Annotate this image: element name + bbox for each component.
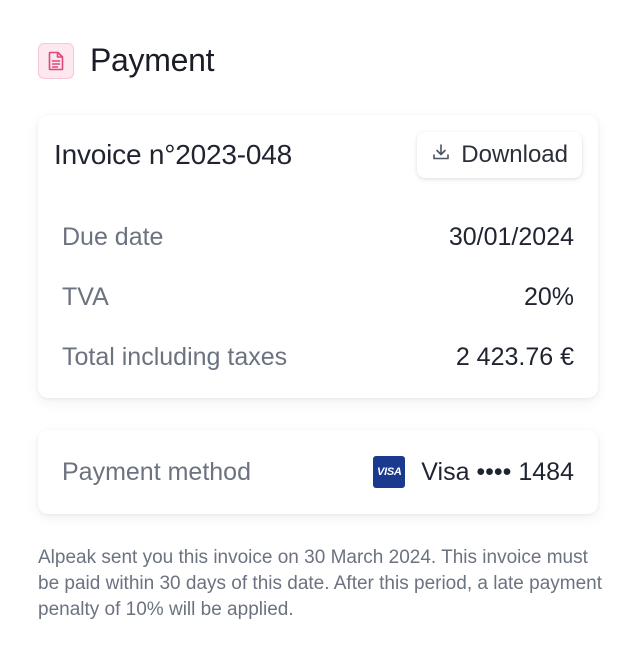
detail-value: 20% (523, 282, 574, 311)
visa-card-icon: VISA (373, 456, 406, 488)
payment-method-value: VISA Visa •••• 1484 (373, 456, 574, 488)
detail-row-total: Total including taxes 2 423.76 € (62, 327, 574, 387)
download-button[interactable]: Download (417, 132, 582, 178)
detail-value: 2 423.76 € (455, 342, 574, 371)
card-number: Visa •••• 1484 (421, 457, 574, 486)
invoice-header: Invoice n°2023-048 Download (54, 131, 582, 179)
detail-row-tva: TVA 20% (62, 267, 574, 327)
detail-value: 30/01/2024 (448, 222, 574, 251)
detail-label: TVA (62, 282, 109, 311)
invoice-title: Invoice n°2023-048 (54, 139, 292, 170)
detail-row-due-date: Due date 30/01/2024 (62, 207, 574, 267)
detail-label: Total including taxes (62, 342, 288, 371)
payment-method-card: Payment method VISA Visa •••• 1484 (38, 430, 598, 514)
page-header: Payment (38, 42, 214, 79)
payment-method-label: Payment method (62, 457, 251, 486)
invoice-details: Due date 30/01/2024 TVA 20% Total includ… (62, 215, 574, 387)
download-label: Download (461, 141, 568, 168)
detail-label: Due date (62, 222, 164, 251)
download-icon (431, 141, 451, 169)
invoice-card: Invoice n°2023-048 Download Due date 30/… (38, 115, 598, 398)
invoice-note: Alpeak sent you this invoice on 30 March… (38, 547, 603, 620)
page-title: Payment (90, 42, 215, 78)
document-icon (38, 42, 74, 79)
